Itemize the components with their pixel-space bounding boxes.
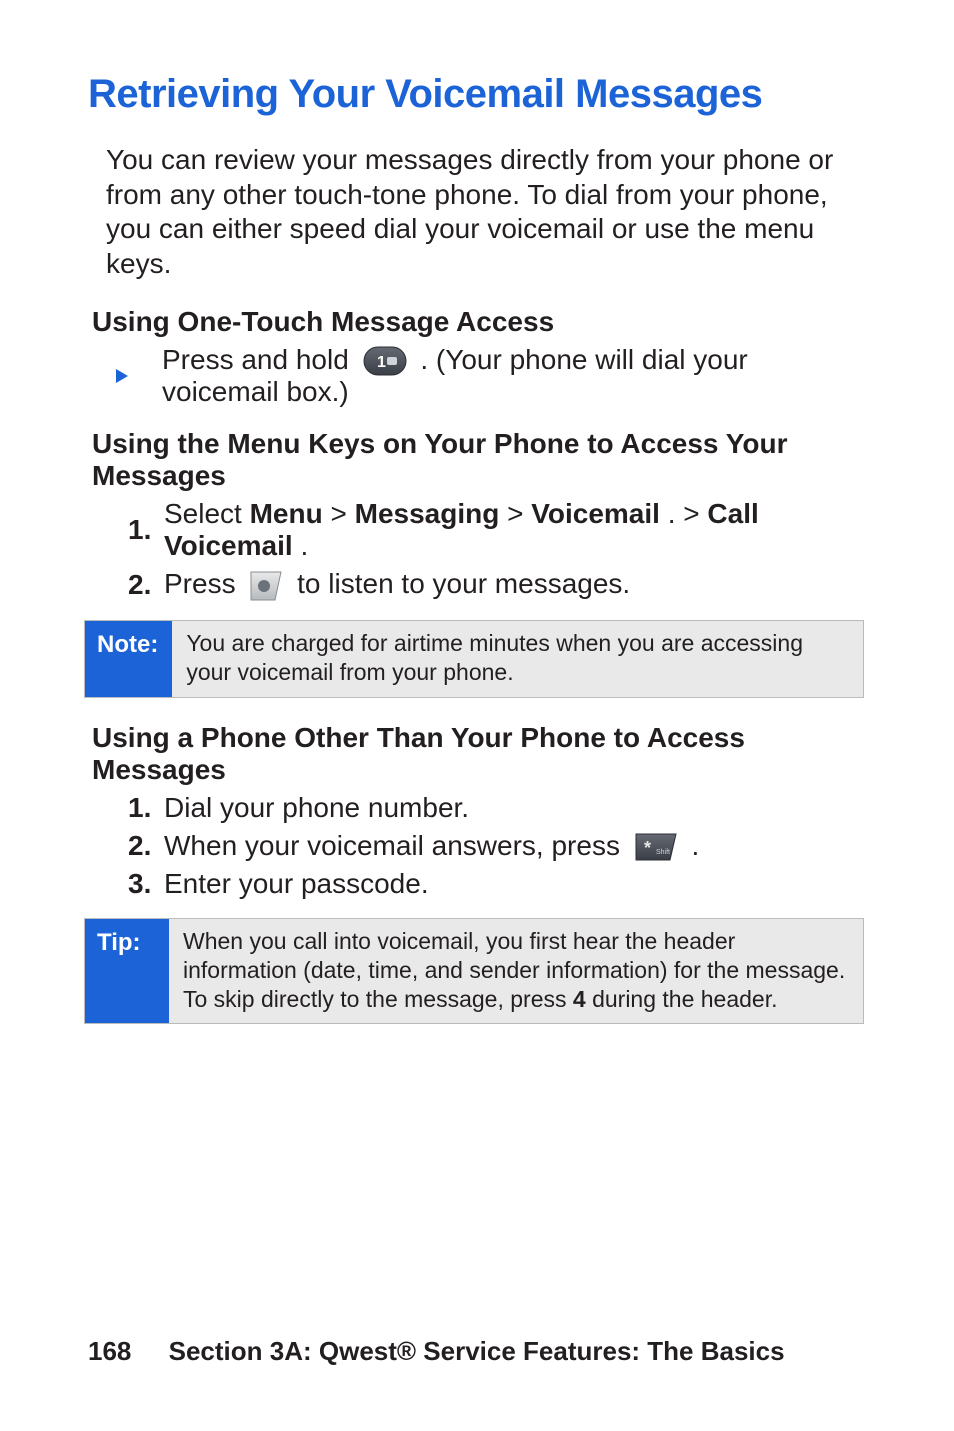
text-fragment: When your voicemail answers, press <box>164 830 628 861</box>
note-callout: Note: You are charged for airtime minute… <box>84 620 864 698</box>
step-text: Press to listen to your messages. <box>164 568 630 602</box>
key-talk-icon <box>249 570 283 602</box>
menu-steps-list: 1. Select Menu > Messaging > Voicemail .… <box>88 498 866 602</box>
list-item: 2. Press to listen <box>128 568 866 602</box>
text-fragment: Press <box>164 568 243 599</box>
text-fragment: > <box>331 498 355 529</box>
step-number: 1. <box>128 514 164 546</box>
step-number: 3. <box>128 868 164 900</box>
note-body: You are charged for airtime minutes when… <box>172 621 863 697</box>
list-item: 3. Enter your passcode. <box>128 868 866 900</box>
page-title: Retrieving Your Voicemail Messages <box>88 72 866 117</box>
list-item: 1. Select Menu > Messaging > Voicemail .… <box>128 498 866 562</box>
tip-label: Tip: <box>85 919 169 1023</box>
heading-other-phone: Using a Phone Other Than Your Phone to A… <box>88 722 866 786</box>
svg-text:Shift: Shift <box>656 849 670 856</box>
text-fragment: to listen to your messages. <box>297 568 630 599</box>
arrow-right-icon <box>116 369 128 383</box>
text-fragment: Select <box>164 498 250 529</box>
step-number: 2. <box>128 830 164 862</box>
manual-page: Retrieving Your Voicemail Messages You c… <box>0 0 954 1431</box>
key-number: 4 <box>573 986 586 1012</box>
list-item: 1. Dial your phone number. <box>128 792 866 824</box>
section-label: Section 3A: Qwest® Service Features: The… <box>169 1336 785 1366</box>
step-text: Select Menu > Messaging > Voicemail . > … <box>164 498 866 562</box>
key-1-icon: 1 <box>363 346 407 376</box>
menu-path-item: Menu <box>250 498 323 529</box>
other-phone-steps: 1. Dial your phone number. 2. When your … <box>88 792 866 901</box>
svg-text:1: 1 <box>377 354 386 371</box>
page-footer: 168 Section 3A: Qwest® Service Features:… <box>88 1336 785 1367</box>
intro-paragraph: You can review your messages directly fr… <box>88 143 866 282</box>
step-text: Enter your passcode. <box>164 868 429 900</box>
one-touch-step: Press and hold 1 . (Your phone will dial… <box>88 344 866 409</box>
menu-path-item: Voicemail <box>531 498 660 529</box>
text-fragment: during the header. <box>592 986 777 1012</box>
text-fragment: . <box>300 530 308 561</box>
list-item: 2. When your voicemail answers, press * <box>128 830 866 863</box>
menu-path-item: Messaging <box>355 498 500 529</box>
tip-body: When you call into voicemail, you first … <box>169 919 863 1023</box>
svg-text:*: * <box>644 838 651 858</box>
one-touch-text: Press and hold 1 . (Your phone will dial… <box>162 344 866 409</box>
heading-one-touch: Using One-Touch Message Access <box>88 306 866 338</box>
tip-callout: Tip: When you call into voicemail, you f… <box>84 918 864 1024</box>
note-label: Note: <box>85 621 172 697</box>
text-fragment: . > <box>668 498 708 529</box>
step-text: When your voicemail answers, press * Shi… <box>164 830 699 863</box>
step-number: 1. <box>128 792 164 824</box>
text-fragment: > <box>507 498 531 529</box>
step-text: Dial your phone number. <box>164 792 469 824</box>
heading-menu-keys: Using the Menu Keys on Your Phone to Acc… <box>88 428 866 492</box>
page-number: 168 <box>88 1336 131 1366</box>
step-number: 2. <box>128 569 164 601</box>
key-star-icon: * Shift <box>634 832 678 862</box>
text-fragment: Press and hold <box>162 344 357 375</box>
text-fragment: . <box>692 830 700 861</box>
